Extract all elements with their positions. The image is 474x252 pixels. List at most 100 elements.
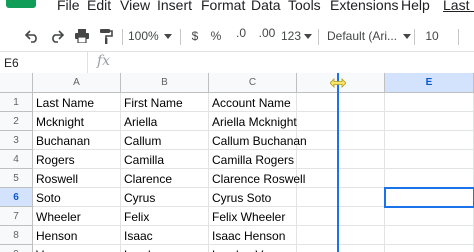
grid-cell[interactable]: Landon	[121, 245, 209, 252]
paint-format-icon	[100, 29, 113, 44]
undo-icon	[24, 30, 37, 43]
column-resize-guide	[337, 73, 339, 252]
grid-cell[interactable]: First Name	[121, 93, 209, 112]
grid-cell[interactable]	[297, 188, 385, 207]
grid-cell[interactable]: Clarence	[121, 169, 209, 188]
spreadsheet-grid: A B C E 1 2 3 4 5 6 7 8 9 Last NameFirst…	[0, 73, 474, 252]
grid-cell[interactable]	[385, 169, 474, 188]
row-header[interactable]: 7	[0, 207, 33, 226]
grid-cell[interactable]	[385, 131, 474, 150]
formula-bar: E6 fx	[0, 51, 474, 73]
select-all-corner[interactable]	[0, 73, 33, 93]
print-icon	[75, 29, 89, 43]
menu-view[interactable]: View	[120, 0, 150, 13]
column-header-c[interactable]: C	[209, 73, 297, 93]
row-header[interactable]: 4	[0, 150, 33, 169]
grid-cell[interactable]: Clarence Roswell	[209, 169, 305, 188]
grid-cell[interactable]	[297, 150, 385, 169]
grid-cell[interactable]	[297, 226, 385, 245]
grid-cell[interactable]: Camilla	[121, 150, 209, 169]
grid-cell[interactable]: Ariella Mcknight	[209, 112, 297, 131]
grid-cell[interactable]: Cyrus Soto	[209, 188, 297, 207]
menu-insert[interactable]: Insert	[157, 0, 192, 13]
increase-decimal-label: .00	[258, 26, 276, 40]
grid-cell[interactable]	[385, 207, 474, 226]
grid-cell[interactable]	[297, 207, 385, 226]
menu-file[interactable]: File	[57, 0, 80, 13]
font-size-select[interactable]: 10	[420, 26, 444, 46]
column-header-a[interactable]: A	[33, 73, 121, 93]
sheets-logo-icon[interactable]	[6, 0, 36, 8]
grid-cell[interactable]: Isaac Henson	[209, 226, 297, 245]
menu-edit[interactable]: Edit	[87, 0, 111, 13]
grid-cell[interactable]: Callum	[121, 131, 209, 150]
row-header[interactable]: 8	[0, 226, 33, 245]
grid-cell[interactable]	[297, 93, 385, 112]
font-family-select[interactable]: Default (Ari...	[327, 26, 407, 46]
grid-cell[interactable]	[385, 112, 474, 131]
column-header-e[interactable]: E	[385, 73, 474, 93]
row-header[interactable]: 9	[0, 245, 33, 252]
fx-icon: fx	[97, 53, 111, 69]
grid-cell[interactable]: Callum Buchanan	[209, 131, 307, 150]
toolbar: 100% $ % .0 .00 123 Default (Ari... 10	[0, 22, 474, 50]
grid-cell[interactable]	[297, 245, 385, 252]
grid-cell[interactable]	[385, 93, 474, 112]
menu-data[interactable]: Data	[251, 0, 281, 13]
grid-cell[interactable]: Buchanan	[33, 131, 121, 150]
toolbar-divider	[318, 29, 319, 45]
redo-button[interactable]	[47, 26, 67, 46]
grid-cell[interactable]: Ariella	[121, 112, 209, 131]
more-formats-label: 123	[281, 29, 302, 43]
format-percent-button[interactable]: %	[209, 26, 223, 46]
grid-cell[interactable]	[385, 150, 474, 169]
zoom-select[interactable]: 100%	[128, 26, 174, 46]
grid-cell[interactable]: Account Name	[209, 93, 297, 112]
last-edit-link[interactable]: Last e	[443, 0, 474, 13]
grid-cell[interactable]: Henson	[33, 226, 121, 245]
font-family-dropdown[interactable]	[401, 26, 413, 46]
grid-cell[interactable]	[385, 245, 474, 252]
undo-button[interactable]	[22, 26, 42, 46]
menu-format[interactable]: Format	[201, 0, 245, 13]
grid-cell[interactable]	[385, 226, 474, 245]
grid-cell[interactable]	[297, 169, 385, 188]
grid-cell[interactable]: Felix Wheeler	[209, 207, 297, 226]
zoom-value: 100%	[128, 29, 159, 43]
grid-cell[interactable]: Camilla Rogers	[209, 150, 297, 169]
grid-cell[interactable]: Mcknight	[33, 112, 121, 131]
row-header[interactable]: 2	[0, 112, 33, 131]
row-header[interactable]: 5	[0, 169, 33, 188]
grid-cell[interactable]: Cyrus	[121, 188, 209, 207]
grid-cell[interactable]	[297, 131, 385, 150]
column-header-b[interactable]: B	[121, 73, 209, 93]
row-header[interactable]: 6	[0, 188, 33, 207]
grid-cell[interactable]	[297, 112, 385, 131]
format-currency-button[interactable]: $	[188, 26, 202, 46]
more-formats-select[interactable]: 123	[281, 26, 313, 46]
chevron-down-icon	[163, 33, 172, 39]
menu-extensions[interactable]: Extensions	[330, 0, 398, 13]
name-box[interactable]: E6	[0, 52, 88, 73]
grid-cell[interactable]: Last Name	[33, 93, 121, 112]
grid-cell[interactable]: Felix	[121, 207, 209, 226]
menu-tools[interactable]: Tools	[288, 0, 321, 13]
grid-cell[interactable]: Landon Vega	[209, 245, 297, 252]
grid-cell[interactable]	[384, 187, 474, 208]
row-header[interactable]: 3	[0, 131, 33, 150]
grid-cell[interactable]: Roswell	[33, 169, 121, 188]
menu-help[interactable]: Help	[401, 0, 430, 13]
column-resize-handle[interactable]	[329, 76, 347, 90]
grid-cell[interactable]: Wheeler	[33, 207, 121, 226]
font-family-value: Default (Ari...	[327, 29, 398, 43]
chevron-down-icon	[304, 33, 313, 39]
decrease-decimal-button[interactable]: .0	[230, 26, 252, 46]
grid-cell[interactable]: Vega	[33, 245, 121, 252]
paint-format-button[interactable]	[96, 26, 116, 46]
grid-cell[interactable]: Rogers	[33, 150, 121, 169]
grid-cell[interactable]: Isaac	[121, 226, 209, 245]
row-header[interactable]: 1	[0, 93, 33, 112]
print-button[interactable]	[72, 26, 92, 46]
grid-cell[interactable]: Soto	[33, 188, 121, 207]
increase-decimal-button[interactable]: .00	[256, 26, 278, 46]
